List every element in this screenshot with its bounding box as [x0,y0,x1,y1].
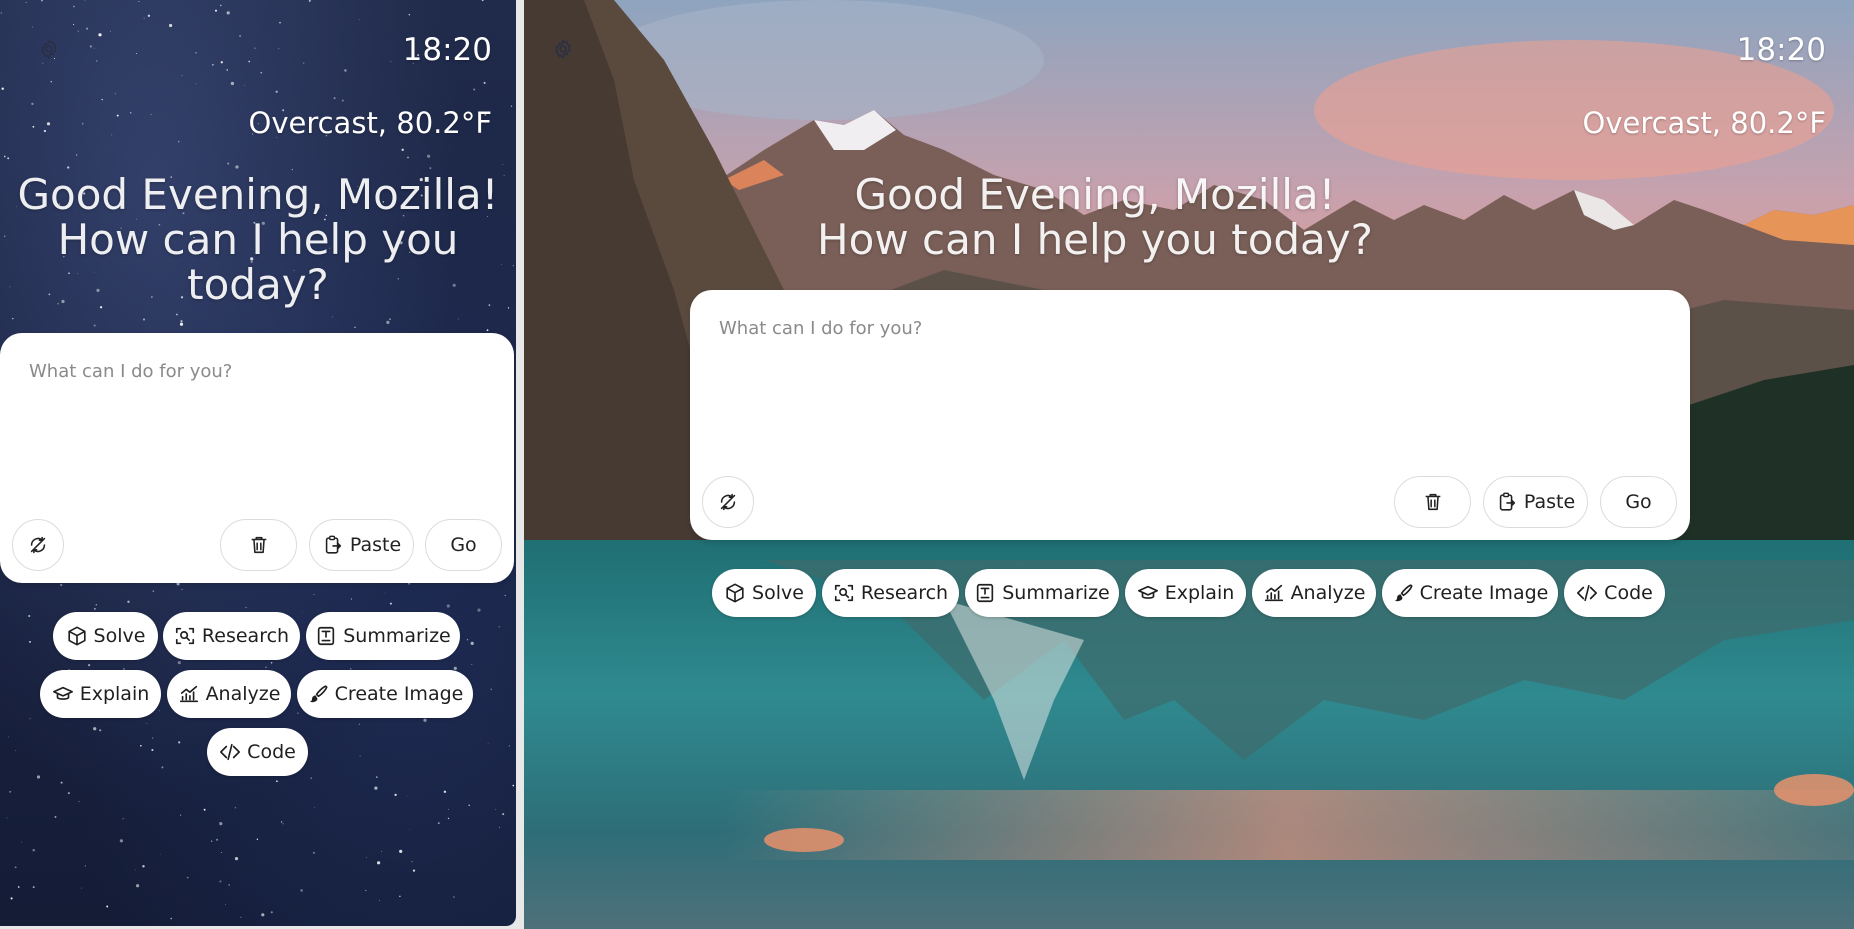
greeting-heading: Good Evening, Mozilla! How can I help yo… [0,172,516,307]
code-icon [219,741,241,763]
chip-explain-label: Explain [1164,582,1235,604]
chip-explain[interactable]: Explain [1125,569,1246,617]
chip-research[interactable]: Research [822,569,959,617]
paste-label: Paste [1523,491,1576,513]
chip-analyze[interactable]: Analyze [1252,569,1376,617]
chart-icon [1263,582,1285,604]
clear-button[interactable] [1394,476,1471,528]
summary-icon [315,625,337,647]
trash-icon [1422,491,1444,513]
chip-create-image-label: Create Image [334,683,464,705]
weather-status: Overcast, 80.2°F [1582,106,1827,140]
chip-create-image[interactable]: Create Image [297,670,473,718]
brush-icon [1392,582,1414,604]
no-sync-icon [27,534,49,556]
chip-summarize[interactable]: Summarize [965,569,1119,617]
chip-code-label: Code [247,741,296,763]
weather-status: Overcast, 80.2°F [248,106,493,140]
clock-time: 18:20 [1736,32,1826,68]
paste-button[interactable]: Paste [309,519,414,571]
greeting-line-1: Good Evening, Mozilla! [854,170,1336,219]
scan-search-icon [174,625,196,647]
greeting-line-2: How can I help you today? [817,215,1373,264]
chip-research[interactable]: Research [163,612,300,660]
go-button[interactable]: Go [425,519,502,571]
chip-solve-label: Solve [93,625,146,647]
chip-summarize[interactable]: Summarize [306,612,460,660]
clear-button[interactable] [220,519,297,571]
chip-analyze-label: Analyze [205,683,281,705]
left-pane: 18:20 Overcast, 80.2°F Good Evening, Moz… [0,0,516,926]
no-sync-icon [717,491,739,513]
graduation-cap-icon [52,683,74,705]
cube-icon [724,582,746,604]
summary-icon [974,582,996,604]
greeting-line-2: How can I help you [57,215,459,264]
brush-icon [307,683,329,705]
chip-analyze[interactable]: Analyze [167,670,291,718]
model-toggle-button[interactable] [702,476,754,528]
go-label: Go [450,534,477,556]
greeting-line-1: Good Evening, Mozilla! [17,170,499,219]
chart-icon [178,683,200,705]
paste-button[interactable]: Paste [1483,476,1588,528]
chip-code-label: Code [1604,582,1653,604]
trash-icon [248,534,270,556]
chip-research-label: Research [860,582,949,604]
chip-explain[interactable]: Explain [40,670,161,718]
greeting-heading: Good Evening, Mozilla! How can I help yo… [524,172,1666,262]
chip-summarize-label: Summarize [1002,582,1110,604]
graduation-cap-icon [1137,582,1159,604]
chip-analyze-label: Analyze [1290,582,1366,604]
prompt-input[interactable] [717,316,1661,440]
chip-solve-label: Solve [752,582,804,604]
chip-create-image-label: Create Image [1419,582,1549,604]
chip-explain-label: Explain [79,683,150,705]
chip-create-image[interactable]: Create Image [1382,569,1558,617]
chip-code[interactable]: Code [207,728,308,776]
greeting-line-3: today? [187,260,329,309]
paste-label: Paste [349,534,402,556]
chip-solve[interactable]: Solve [53,612,158,660]
prompt-card: Paste Go [690,290,1690,540]
cube-icon [66,625,88,647]
go-button[interactable]: Go [1600,476,1677,528]
chip-research-label: Research [201,625,290,647]
prompt-input[interactable] [27,359,491,483]
chip-code[interactable]: Code [1564,569,1665,617]
prompt-card: Paste Go [0,333,514,583]
right-pane: 18:20 Overcast, 80.2°F Good Evening, Moz… [524,0,1854,929]
clock-time: 18:20 [402,32,492,68]
chip-summarize-label: Summarize [343,625,451,647]
chip-solve[interactable]: Solve [712,569,816,617]
go-label: Go [1625,491,1652,513]
clipboard-icon [322,534,344,556]
model-toggle-button[interactable] [12,519,64,571]
scan-search-icon [833,582,855,604]
code-icon [1576,582,1598,604]
clipboard-icon [1496,491,1518,513]
gear-icon[interactable] [36,36,62,62]
gear-icon[interactable] [550,36,576,62]
